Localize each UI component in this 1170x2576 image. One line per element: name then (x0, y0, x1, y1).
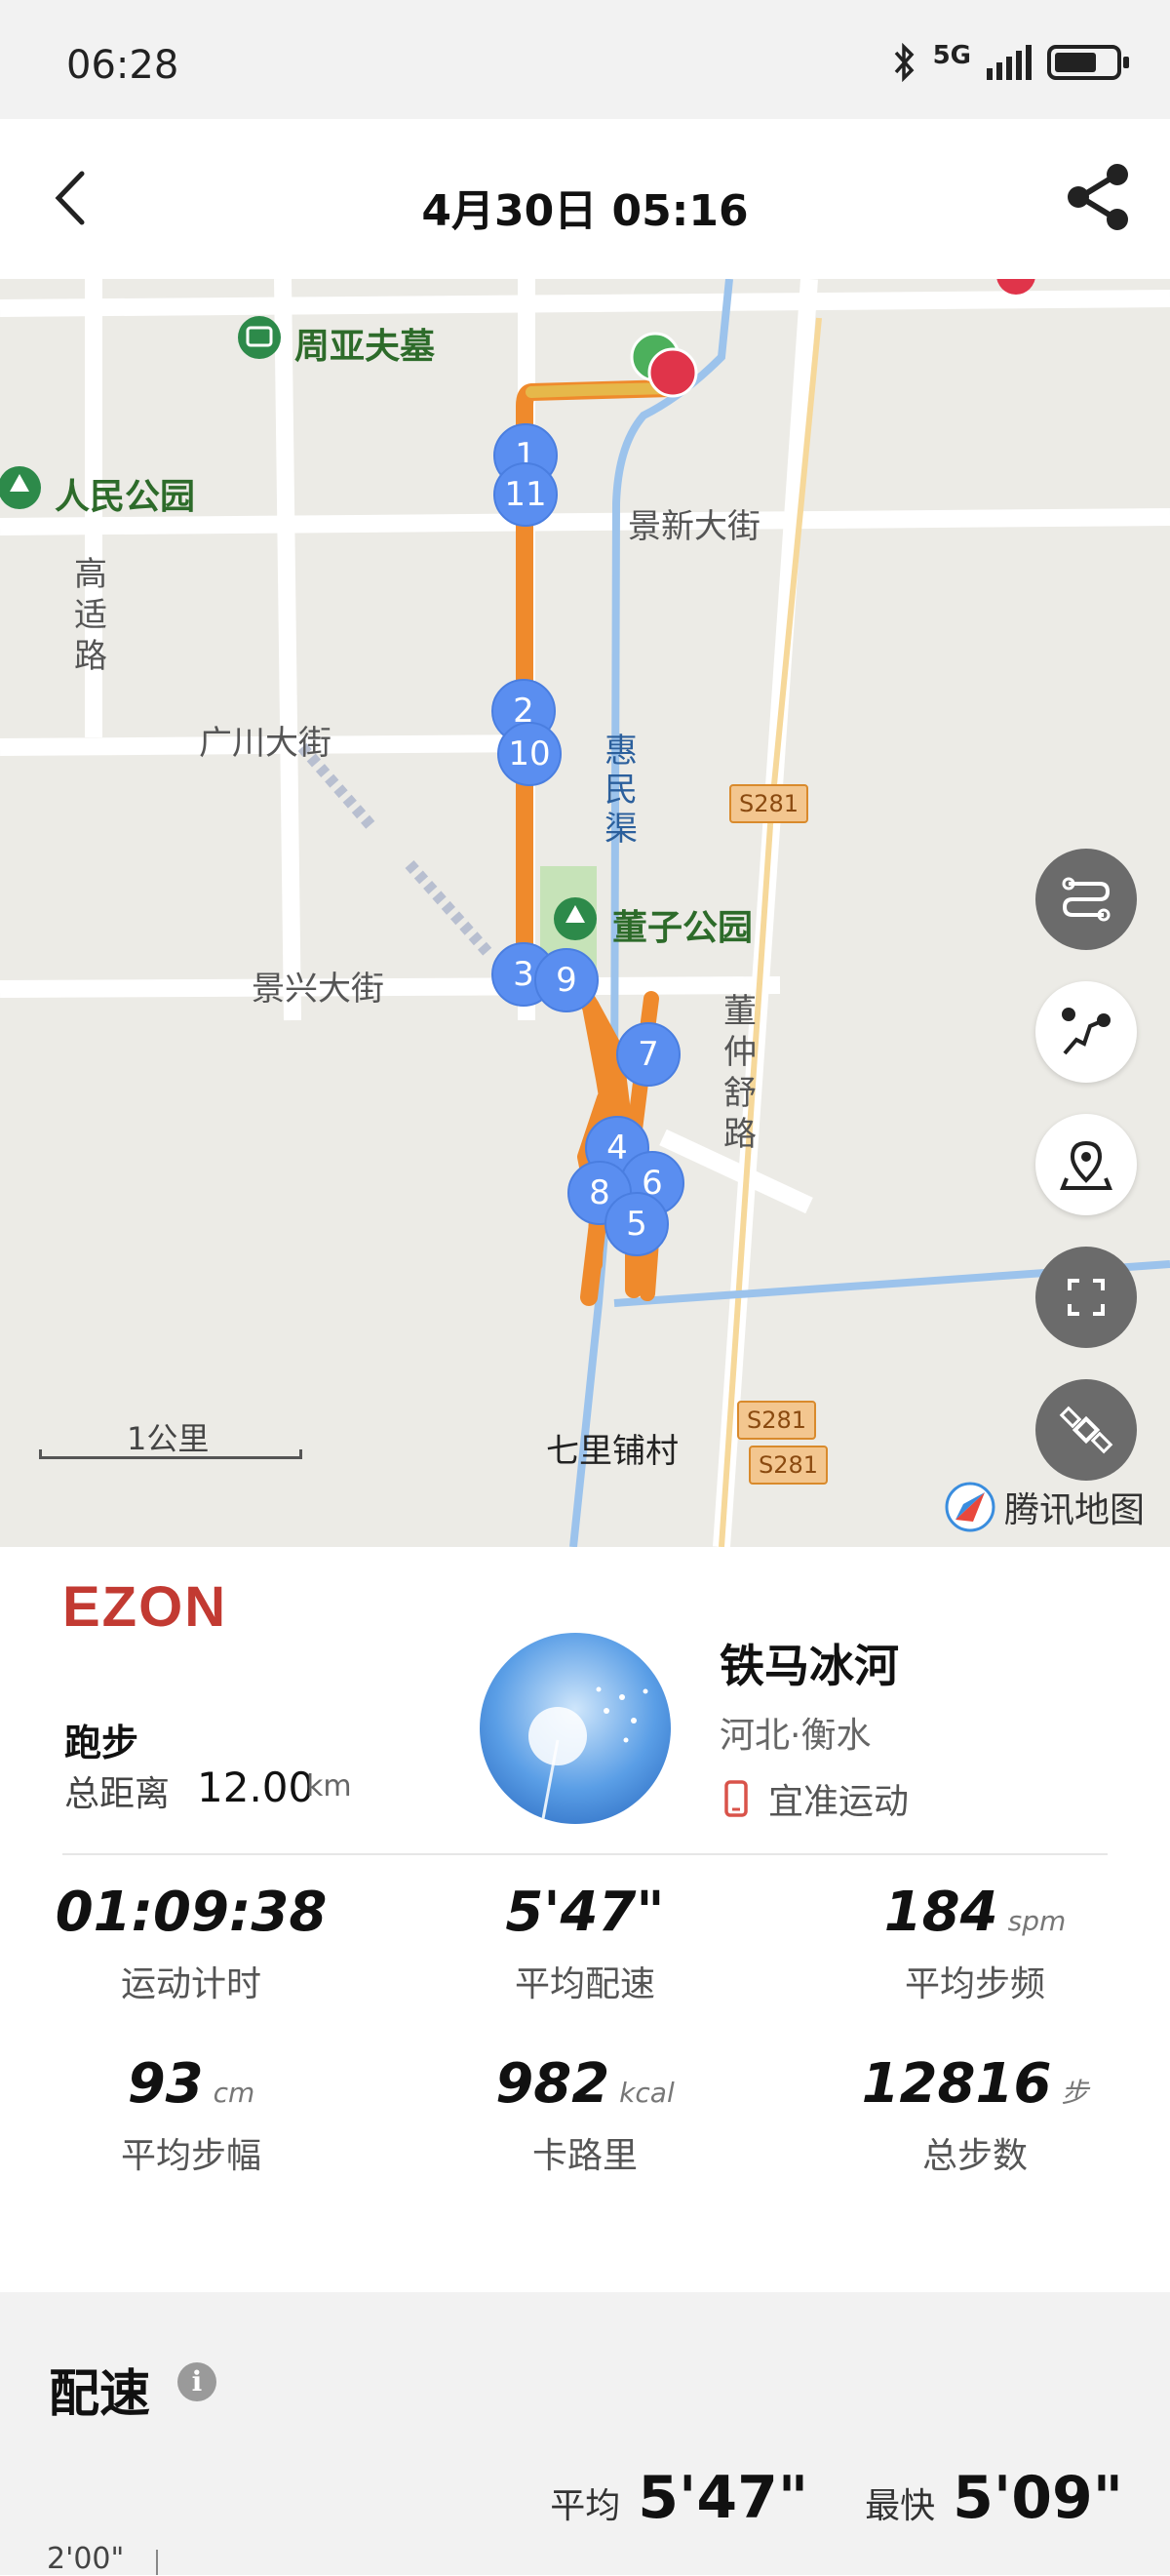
status-time: 06:28 (66, 43, 179, 88)
stat-unit: kcal (619, 2077, 675, 2109)
device-info: 宜准运动 (723, 1773, 909, 1824)
road-badge: S281 (737, 1401, 817, 1440)
stat-calories: 982 kcal 卡路里 (390, 2052, 780, 2178)
avatar[interactable] (480, 1633, 671, 1824)
avg-pace-value: 5'47" (638, 2464, 809, 2532)
street-label: 董仲舒路 (723, 992, 757, 1154)
divider (62, 1853, 1108, 1855)
bluetooth-icon (894, 43, 914, 82)
distance-label: 总距离 (64, 1774, 171, 1814)
fullscreen-icon (1068, 1279, 1105, 1316)
network-type-label: 5G (932, 41, 971, 70)
stat-value: 12816 (861, 2052, 1052, 2116)
section-title: 配速 (49, 2365, 151, 2424)
workout-summary-card: EZON 跑步 总距离 12.00 km 铁马冰河 河北·衡水 宜准运动 01:… (0, 1547, 1170, 2292)
stat-duration: 01:09:38 运动计时 (0, 1881, 386, 2006)
stat-label: 总步数 (921, 2136, 1028, 2176)
km-marker[interactable]: 7 (616, 1022, 681, 1087)
stat-value: 5'47" (505, 1881, 665, 1944)
user-name: 铁马冰河 (720, 1640, 899, 1692)
km-split-icon (1062, 1008, 1111, 1055)
route-end-marker (647, 347, 698, 398)
location-button[interactable] (1035, 1114, 1137, 1215)
battery-icon (1047, 45, 1129, 80)
avg-pace-label: 平均 (550, 2486, 621, 2526)
poi-label: 董子公园 (612, 907, 754, 948)
status-icons: 5G (892, 41, 1129, 82)
stat-value: 93 (127, 2052, 204, 2116)
village-label: 七里铺村 (546, 1432, 679, 1471)
phone-icon (724, 1780, 748, 1817)
satellite-button[interactable] (1035, 1379, 1137, 1481)
street-label: 景兴大街 (252, 970, 384, 1009)
km-marker[interactable]: 5 (604, 1192, 669, 1256)
tencent-map-icon (945, 1482, 995, 1532)
brand-logo: EZON (62, 1575, 228, 1639)
poi-label: 周亚夫墓 (294, 326, 436, 367)
map-provider-label: 腾讯地图 (1003, 1490, 1145, 1530)
pace-axis-label: 2'00" (47, 2542, 125, 2576)
stat-value: 184 (883, 1881, 998, 1944)
street-label: 高适路 (74, 555, 107, 676)
fullscreen-button[interactable] (1035, 1247, 1137, 1348)
best-pace-value: 5'09" (953, 2464, 1123, 2532)
sport-type: 跑步 (64, 1722, 139, 1764)
km-marker[interactable]: 10 (497, 722, 562, 786)
dandelion-avatar-image (480, 1633, 671, 1824)
satellite-icon (1059, 1406, 1113, 1454)
street-label: 景新大街 (628, 507, 760, 546)
railway (297, 743, 492, 956)
status-bar: 06:28 5G (0, 0, 1170, 119)
stat-value: 01:09:38 (55, 1881, 328, 1944)
stat-unit: cm (213, 2077, 255, 2109)
split-route-button[interactable] (1035, 981, 1137, 1083)
map-scale-bar (39, 1449, 302, 1459)
street-label: 广川大街 (199, 724, 332, 763)
device-name: 宜准运动 (768, 1782, 910, 1822)
stat-avg-pace: 5'47" 平均配速 (390, 1881, 780, 2006)
pace-summary: 平均 5'47" 最快 5'09" (550, 2464, 1123, 2532)
header: 4月30日 05:16 (0, 119, 1170, 279)
best-pace-label: 最快 (865, 2486, 936, 2526)
road-badge: S281 (729, 784, 809, 823)
page-title: 4月30日 05:16 (421, 186, 749, 236)
stat-unit: spm (1007, 1905, 1067, 1937)
stat-label: 平均步频 (904, 1964, 1045, 2004)
route-style-button[interactable] (1035, 849, 1137, 950)
signal-icon (987, 45, 1032, 80)
info-icon[interactable]: i (177, 2362, 216, 2401)
stat-label: 平均步幅 (120, 2136, 261, 2176)
poi-label: 人民公园 (55, 476, 196, 517)
route-map[interactable]: 周亚夫墓 人民公园 董子公园 景新大街 高适路 广川大街 景兴大街 惠民渠 董仲… (0, 279, 1170, 1547)
stat-label: 平均配速 (514, 1964, 655, 2004)
stat-stride: 93 cm 平均步幅 (0, 2052, 386, 2178)
route-icon (1062, 877, 1111, 922)
camera-icon (238, 316, 281, 359)
km-marker[interactable]: 9 (534, 948, 599, 1012)
share-icon (1068, 164, 1128, 230)
map-provider-logo: 腾讯地图 (944, 1481, 1145, 1533)
stat-label: 运动计时 (120, 1964, 261, 2004)
road-badge: S281 (749, 1446, 829, 1485)
stat-steps: 12816 步 总步数 (780, 2052, 1170, 2178)
user-location: 河北·衡水 (720, 1716, 872, 1756)
km-marker[interactable]: 11 (493, 462, 558, 527)
stat-unit: 步 (1061, 2077, 1089, 2109)
canal-label: 惠民渠 (604, 732, 638, 849)
pace-axis-tick (156, 2550, 158, 2575)
share-button[interactable] (1059, 158, 1137, 236)
pace-section: 配速 i 平均 5'47" 最快 5'09" 2'00" (0, 2292, 1170, 2576)
stat-value: 982 (495, 2052, 610, 2116)
location-pin-icon (1060, 1140, 1112, 1190)
stat-label: 卡路里 (531, 2136, 638, 2176)
distance-value: 12.00 (197, 1764, 315, 1811)
battery-level (1055, 53, 1096, 72)
stat-cadence: 184 spm 平均步频 (780, 1881, 1170, 2006)
distance-unit: km (306, 1769, 352, 1803)
